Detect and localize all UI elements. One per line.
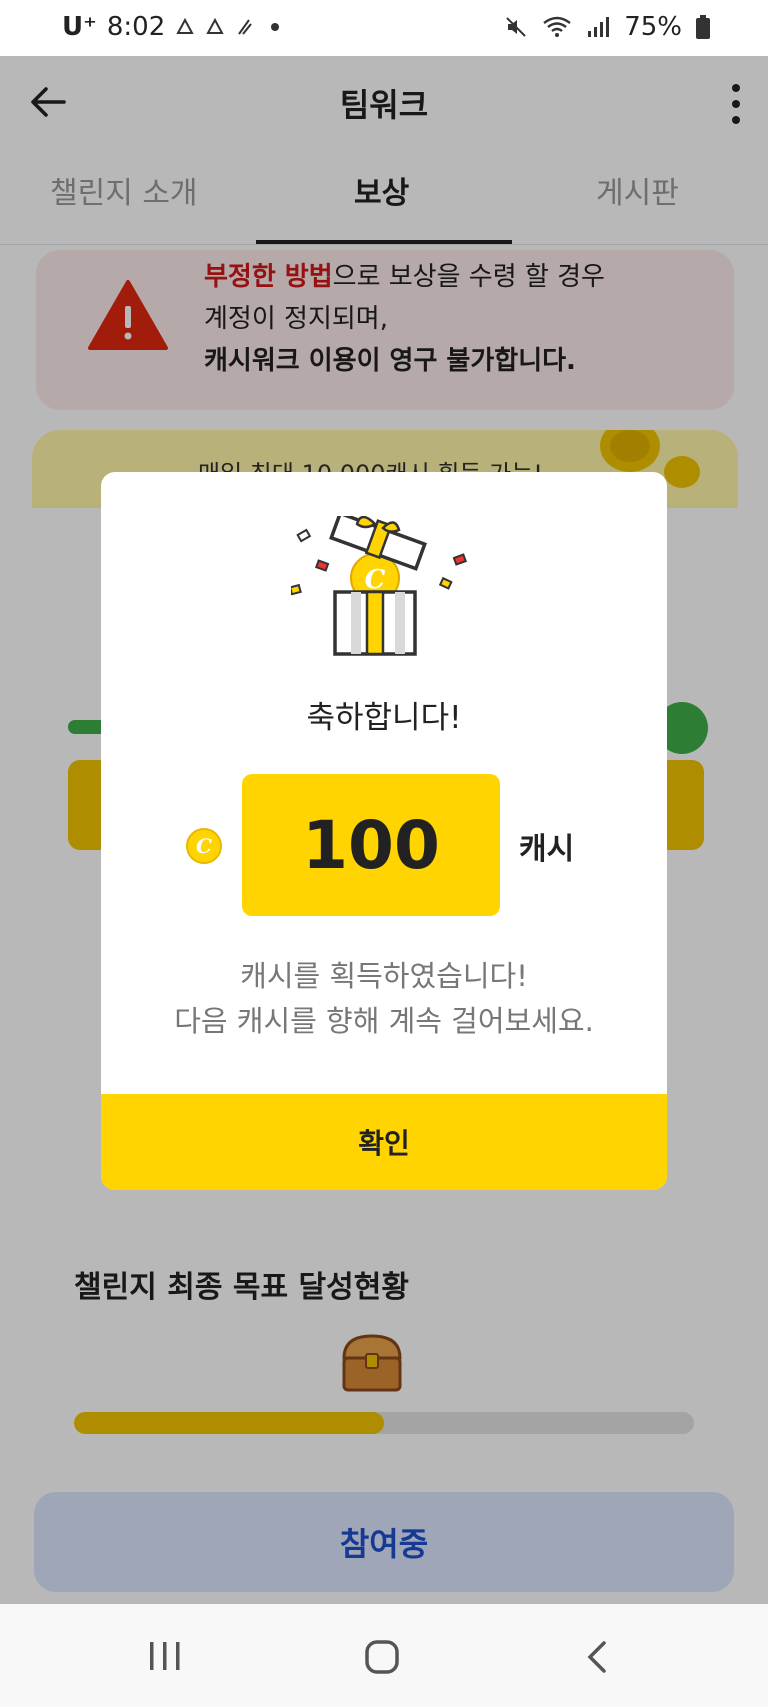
carrier-label: U⁺ [62,12,97,42]
reward-unit: 캐시 [519,832,575,867]
nav-back-icon[interactable] [584,1640,612,1674]
recent-apps-icon[interactable] [148,1640,182,1672]
reward-message-line2: 다음 캐시를 향해 계속 걸어보세요. [174,1004,594,1038]
status-bar: U⁺ 8:02 75% [0,0,768,56]
signal-icon [588,17,610,37]
reward-message: 캐시를 획득하였습니다! 다음 캐시를 향해 계속 걸어보세요. [101,954,667,1044]
notification-icon [176,17,194,34]
battery-percent: 75% [624,12,682,42]
notification-icon [238,19,253,35]
wifi-icon [543,16,571,37]
notification-icon [206,17,224,34]
home-icon[interactable] [365,1640,399,1674]
confirm-button[interactable]: 확인 [101,1094,667,1190]
svg-text:C: C [196,834,212,858]
reward-amount: 100 [242,774,500,916]
system-nav-bar [0,1604,768,1707]
clock: 8:02 [106,12,166,42]
cash-coin-icon: C [186,828,222,864]
congrats-heading: 축하합니다! [306,700,462,736]
more-notifications-icon [271,23,280,31]
reward-dialog: C 축하합니다! C 100 캐시 캐시를 획득하였습니다! 다음 캐시를 향해… [101,472,667,1190]
gift-box-icon: C [291,516,468,656]
reward-amount-row: C 100 캐시 [101,774,667,916]
battery-icon [696,15,710,39]
reward-message-line1: 캐시를 획득하였습니다! [240,959,528,993]
mute-icon [506,17,526,37]
